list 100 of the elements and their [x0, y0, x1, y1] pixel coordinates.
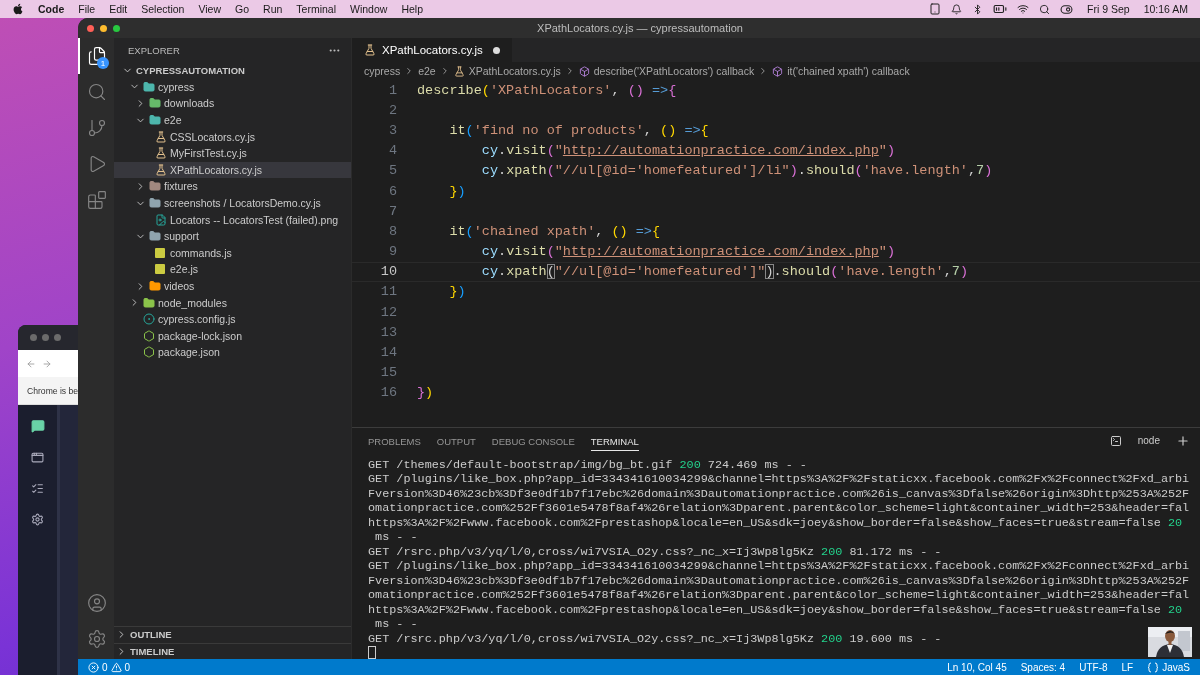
menu-item[interactable]: View [198, 3, 222, 15]
menu-item[interactable]: Selection [141, 3, 185, 15]
settings-icon [87, 629, 107, 649]
menu-item[interactable]: Go [235, 3, 250, 15]
cube-icon [772, 65, 784, 77]
apple-icon[interactable] [12, 3, 24, 15]
code-line: cy.xpath("//ul[@id='homefeatured']/li").should('have.length',7) [480, 163, 993, 179]
search-icon[interactable] [1039, 3, 1050, 15]
line-number: 7 [387, 203, 397, 219]
close-button[interactable] [87, 24, 94, 32]
breadcrumb[interactable]: describe('XPathLocators') callback [593, 65, 755, 77]
menu-item[interactable]: Terminal [296, 3, 336, 15]
menu-item[interactable]: Run [263, 3, 283, 15]
battery-icon[interactable] [993, 2, 1007, 16]
breadcrumb[interactable]: e2e [418, 65, 436, 77]
terminal-cursor [368, 646, 376, 659]
language-mode[interactable]: JavaS [1162, 661, 1190, 673]
tree-item[interactable]: cypress [114, 78, 351, 96]
tree-item[interactable]: e2e.js [114, 261, 351, 278]
tree-item[interactable]: e2e [114, 111, 351, 129]
line-number: 11 [379, 284, 397, 300]
panel-tab[interactable]: TERMINAL [590, 430, 639, 451]
line-number: 10 [379, 264, 397, 280]
wifi-icon[interactable] [1017, 3, 1029, 15]
terminal-line: Fversion%3D46%23cb%3Df3e0df1b7f17ebc%26domain%3Dautomationpractice.com%26is_canvas%3Dfalse%26origin%3Dhttp%253A%252F [368, 486, 1191, 501]
code-line: describe('XPathLocators', () =>{ [416, 82, 677, 98]
breadcrumb[interactable]: cypress [364, 65, 401, 77]
line-number: 3 [387, 122, 397, 138]
tree-item[interactable]: screenshots / LocatorsDemo.cy.js [114, 194, 351, 212]
status-item[interactable]: UTF-8 [1079, 661, 1108, 673]
json-file-icon [143, 346, 155, 359]
status-item[interactable]: LF [1121, 661, 1134, 673]
bluetooth-icon[interactable] [972, 3, 983, 15]
minimize-button[interactable] [100, 24, 107, 32]
checklist-icon[interactable] [31, 482, 44, 495]
breadcrumb[interactable]: it('chained xpath') callback [787, 65, 910, 77]
editor-tab[interactable]: XPathLocators.cy.js [352, 38, 512, 62]
breadcrumb[interactable]: XPathLocators.cy.js [468, 65, 561, 77]
terminal-line: ms - - [374, 617, 419, 632]
section-header[interactable]: OUTLINE [114, 626, 351, 643]
tree-item[interactable]: CSSLocators.cy.js [114, 128, 351, 145]
menu-item[interactable]: Window [350, 3, 388, 15]
control-center-icon[interactable] [1060, 2, 1073, 16]
tree-item[interactable]: package-lock.json [114, 327, 351, 345]
tree-item[interactable]: support [114, 227, 351, 245]
tree-item[interactable]: MyFirstTest.cy.js [114, 144, 351, 162]
error-count[interactable]: 0 [102, 661, 108, 673]
line-number: 8 [387, 223, 397, 239]
tree-item[interactable]: cypress.config.js [114, 310, 351, 328]
flask-icon [155, 163, 167, 176]
terminal-line: omationpractice.com%252Ff3601e5478f8af4%26relation%3Dparent.parent&color_scheme=light&container_width=253&header=fal [368, 588, 1191, 603]
tree-item[interactable]: node_modules [114, 294, 351, 311]
account-icon [87, 593, 107, 613]
terminal-selector[interactable]: node [1137, 435, 1160, 447]
status-item[interactable]: Ln 10, Col 45 [947, 661, 1007, 673]
settings-icon[interactable] [31, 513, 44, 526]
line-number: 12 [379, 304, 397, 320]
status-item[interactable]: Spaces: 4 [1020, 661, 1066, 673]
menu-date[interactable]: Fri 9 Sep [1087, 3, 1130, 15]
tree-item[interactable]: commands.js [114, 244, 351, 262]
braces-icon [1147, 661, 1160, 673]
plus-icon[interactable] [1176, 433, 1190, 448]
search-icon [87, 82, 107, 102]
menu-clock[interactable]: 10:16 AM [1143, 3, 1188, 15]
notification-badge: 1 [97, 57, 109, 69]
zoom-button[interactable] [113, 24, 120, 32]
terminal-line: https%3A%2F%2Fwww.facebook.com%2Fprestashop&locale=en_US&sdk=joey&show_border=false&show_faces=true&stream=false 20 [368, 515, 1184, 530]
tablet-icon[interactable] [929, 3, 941, 15]
terminal-line: ms - - [374, 530, 419, 545]
menu-item[interactable]: Edit [109, 3, 128, 15]
app-menu[interactable]: Code [38, 3, 65, 15]
tree-item[interactable]: XPathLocators.cy.js [114, 161, 351, 179]
bell-icon[interactable] [951, 3, 962, 15]
code-line: }) [416, 385, 434, 401]
code-line: cy.visit("http://automationpractice.com/index.php") [480, 143, 896, 159]
terminal-line: GET /plugins/like_box.php?app_id=334341610034299&channel=https%3A%2F%2Fstaticxx.facebook.com%2Fx%2Fconnect%2Fxd_arbi [368, 559, 1191, 574]
js-file-icon [155, 264, 165, 275]
panel-tab[interactable]: OUTPUT [436, 430, 476, 451]
app-window-icon[interactable] [31, 451, 44, 464]
panel-tab[interactable]: DEBUG CONSOLE [491, 430, 575, 451]
code-line: cy.visit("http://automationpractice.com/index.php") [480, 244, 896, 260]
line-number: 13 [379, 324, 397, 340]
menu-item[interactable]: Help [401, 3, 423, 15]
config-file-icon [143, 313, 155, 326]
tree-item[interactable]: videos [114, 277, 351, 295]
code-line: it('chained xpath', () =>{ [448, 223, 661, 239]
code-line: }) [448, 284, 466, 300]
tree-item[interactable]: package.json [114, 344, 351, 361]
panel-tab[interactable]: PROBLEMS [368, 430, 421, 451]
flask-icon [155, 147, 167, 160]
tree-item[interactable]: fixtures [114, 178, 351, 195]
tree-item[interactable]: downloads [114, 95, 351, 112]
warning-count[interactable]: 0 [124, 661, 131, 673]
terminal-line: Fversion%3D46%23cb%3Df3e0df1b7f17ebc%26domain%3Dautomationpractice.com%26is_canvas%3Dfalse%26origin%3Dhttp%253A%252F [368, 573, 1191, 588]
tree-item[interactable]: Locators -- LocatorsTest (failed).png [114, 211, 351, 228]
cube-icon [578, 65, 590, 77]
chat-icon[interactable] [30, 419, 45, 433]
image-file-icon [155, 213, 167, 226]
menu-item[interactable]: File [78, 3, 96, 15]
project-header[interactable]: CYPRESSAUTOMATION [114, 62, 351, 79]
